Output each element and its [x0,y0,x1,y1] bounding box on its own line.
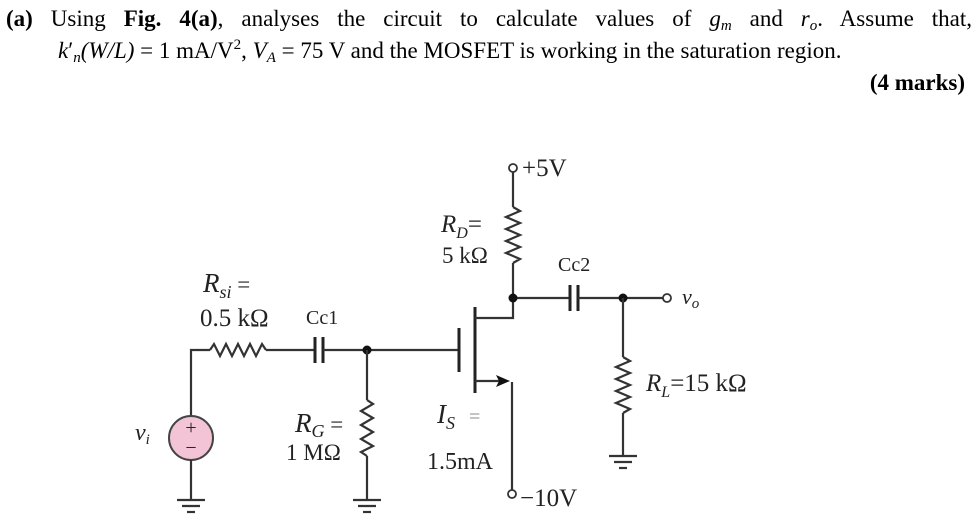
vss-terminal [507,489,517,499]
rl-value: =15 kΩ [670,370,746,397]
svg-text:RL=15 kΩ: RL=15 kΩ [645,370,747,401]
svg-text:vi: vi [135,420,150,448]
svg-text:IS=: IS = [436,399,480,433]
rd-label: RD= 5 kΩ [440,211,488,268]
ground-icon [353,498,381,514]
rsi-subscript: si [220,282,232,302]
vss-label: −10V [520,485,577,512]
rl-branch [609,298,637,470]
rd-subscript: D [455,225,468,242]
rg-label: RG = 1 MΩ [286,408,343,465]
rd-symbol: R [440,211,456,238]
ground-icon [177,498,205,514]
drain-branch [503,163,672,311]
vdd-terminal [508,163,518,173]
ground-icon [609,454,637,470]
is-eq: = [469,406,480,428]
rd-value: 5 kΩ [442,243,488,268]
vi-label: vi [135,420,150,448]
rg-branch [353,350,381,514]
wire-source-top [189,348,210,416]
is-value: 1.5mA [427,449,494,475]
svg-text:Rsi =: Rsi = [202,268,250,302]
cc1-label: Cc1 [306,307,338,329]
rsi-value: 0.5 kΩ [200,305,269,332]
svg-text:vo: vo [682,284,700,312]
svg-text:RD=: RD= [440,211,482,242]
rd-resistor [503,206,523,264]
rg-symbol: R [294,408,312,438]
rsi-symbol: R [202,268,220,298]
vdd-label: +5V [522,155,567,182]
rl-resistor [613,356,633,414]
rl-label: RL=15 kΩ [645,370,747,401]
vi-symbol: v [135,420,146,446]
rsi-resistor [209,341,267,359]
rl-symbol: R [645,370,661,397]
rg-value: 1 MΩ [286,440,341,465]
circuit-diagram: + − +5V −10V RD= 5 kΩ Cc2 Rsi = 0.5 kΩ C… [135,155,747,514]
drain-node [508,293,518,303]
is-label: IS = 1.5mA [427,399,494,475]
rd-eq: = [468,211,482,238]
vi-subscript: i [146,432,150,448]
rg-eq: = [325,412,344,437]
vo-label: vo [682,284,700,312]
rsi-eq: = [232,272,251,297]
vo-subscript: o [692,296,700,312]
rg-subscript: G [312,421,325,441]
vo-terminal [662,293,672,303]
source-plus: + [185,417,196,439]
source-minus: − [185,437,196,459]
is-subscript: S [446,413,455,433]
rl-subscript: L [660,384,670,401]
rg-resistor [358,399,376,457]
vo-symbol: v [682,284,692,309]
svg-text:RG =: RG = [294,408,343,441]
rsi-label: Rsi = 0.5 kΩ [200,268,269,332]
drain-lead [475,298,515,320]
cc2-label: Cc2 [558,254,590,276]
